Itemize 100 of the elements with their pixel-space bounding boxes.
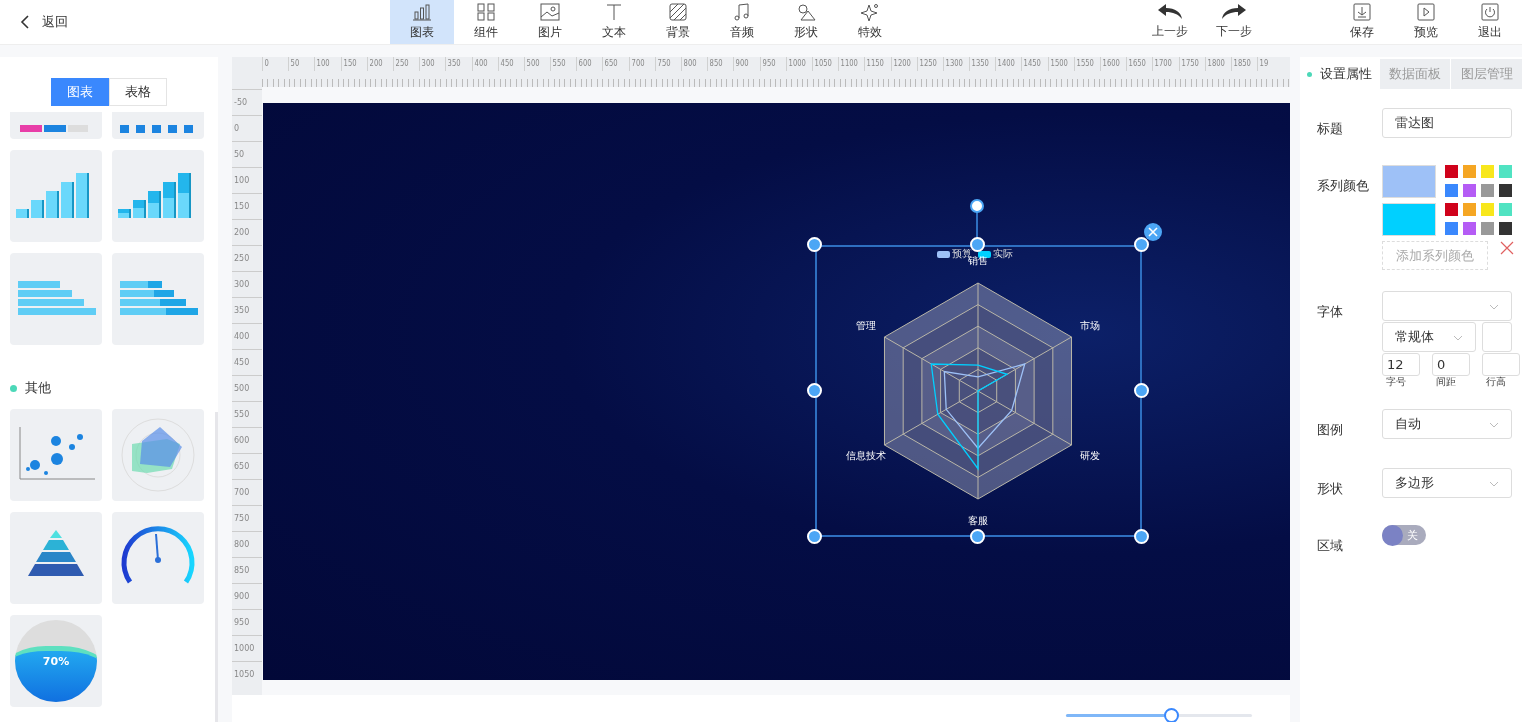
ruler-label: 1800 bbox=[1204, 57, 1227, 71]
preset-color-swatch[interactable] bbox=[1481, 184, 1494, 197]
ruler-label: 1050 bbox=[232, 661, 262, 687]
preset-color-swatch[interactable] bbox=[1445, 165, 1458, 178]
legend-select[interactable]: 自动 bbox=[1382, 409, 1512, 439]
resize-handle[interactable] bbox=[1134, 237, 1149, 252]
ruler-label: 400 bbox=[471, 57, 494, 71]
resize-handle[interactable] bbox=[1134, 529, 1149, 544]
ruler-label: 600 bbox=[576, 57, 599, 71]
resize-handle[interactable] bbox=[970, 237, 985, 252]
chart-thumbnail[interactable] bbox=[112, 512, 204, 604]
chart-thumbnail[interactable] bbox=[112, 150, 204, 242]
sidebar-tab[interactable]: 表格 bbox=[109, 78, 167, 106]
field-label: 区域 bbox=[1317, 537, 1344, 555]
resize-handle[interactable] bbox=[807, 383, 822, 398]
ruler-label: 1000 bbox=[785, 57, 808, 71]
title-input[interactable]: 雷达图 bbox=[1382, 108, 1512, 138]
preset-color-swatch[interactable] bbox=[1499, 184, 1512, 197]
preset-color-swatch[interactable] bbox=[1499, 203, 1512, 216]
font-color-input[interactable] bbox=[1482, 322, 1512, 352]
font-style-select[interactable]: 常规体 bbox=[1382, 322, 1476, 352]
toolbar-tab[interactable]: 形状 bbox=[774, 0, 838, 44]
toolbar-tab[interactable]: 特效 bbox=[838, 0, 902, 44]
chart-thumbnail[interactable] bbox=[10, 512, 102, 604]
font-size-input[interactable]: 12 bbox=[1382, 353, 1420, 376]
resize-handle[interactable] bbox=[970, 529, 985, 544]
back-button[interactable]: 返回 bbox=[0, 0, 390, 44]
history-button[interactable]: 上一步 bbox=[1138, 0, 1202, 44]
preset-color-swatch[interactable] bbox=[1463, 184, 1476, 197]
preset-color-swatch[interactable] bbox=[1499, 222, 1512, 235]
ruler-label: 900 bbox=[733, 57, 756, 71]
ruler-label: 300 bbox=[232, 271, 262, 297]
toolbar-tab[interactable]: 文本 bbox=[582, 0, 646, 44]
preset-color-swatch[interactable] bbox=[1481, 203, 1494, 216]
ruler-label: 1700 bbox=[1152, 57, 1175, 71]
image-icon bbox=[540, 3, 560, 21]
selection-frame[interactable] bbox=[815, 245, 1142, 537]
toolbar-tab[interactable]: 图片 bbox=[518, 0, 582, 44]
slider-thumb[interactable] bbox=[1163, 708, 1179, 722]
line-height-input[interactable] bbox=[1482, 353, 1520, 376]
preset-color-swatch[interactable] bbox=[1481, 165, 1494, 178]
color-swatch[interactable] bbox=[1382, 165, 1436, 198]
axis-label: 市场 bbox=[1080, 319, 1101, 334]
preset-color-swatch[interactable] bbox=[1445, 203, 1458, 216]
action-button[interactable]: 保存 bbox=[1330, 0, 1394, 44]
preset-color-swatch[interactable] bbox=[1499, 165, 1512, 178]
field-label: 系列颜色 bbox=[1317, 177, 1370, 195]
toolbar-tab[interactable]: 图表 bbox=[390, 0, 454, 44]
play-icon bbox=[1417, 3, 1435, 21]
close-icon[interactable] bbox=[1144, 223, 1162, 241]
ruler-label: 550 bbox=[550, 57, 573, 71]
bullet-icon bbox=[10, 384, 17, 392]
preset-color-swatch[interactable] bbox=[1445, 184, 1458, 197]
shapes-icon bbox=[796, 3, 816, 21]
spacing-input[interactable]: 0 bbox=[1432, 353, 1470, 376]
font-family-select[interactable] bbox=[1382, 291, 1512, 321]
ruler-label: 250 bbox=[392, 57, 416, 71]
toolbar-tab[interactable]: 音频 bbox=[710, 0, 774, 44]
toolbar-tab[interactable]: 组件 bbox=[454, 0, 518, 44]
resize-handle[interactable] bbox=[807, 237, 822, 252]
ruler-label: 600 bbox=[232, 427, 262, 453]
music-note-icon bbox=[732, 3, 752, 21]
resize-handle[interactable] bbox=[1134, 383, 1149, 398]
ruler-label: 200 bbox=[366, 57, 389, 71]
ruler-label: 850 bbox=[707, 57, 730, 71]
action-button[interactable]: 退出 bbox=[1458, 0, 1522, 44]
group-title: 其他 bbox=[25, 379, 51, 397]
shape-select[interactable]: 多边形 bbox=[1382, 468, 1512, 498]
color-swatch[interactable] bbox=[1382, 203, 1436, 236]
ruler-label: 0 bbox=[232, 115, 262, 141]
preset-color-swatch[interactable] bbox=[1445, 222, 1458, 235]
download-icon bbox=[1353, 3, 1371, 21]
sparkle-icon bbox=[860, 3, 880, 21]
resize-handle[interactable] bbox=[807, 529, 822, 544]
preset-color-swatch[interactable] bbox=[1463, 222, 1476, 235]
preset-color-swatch[interactable] bbox=[1481, 222, 1494, 235]
chart-thumbnail[interactable] bbox=[112, 409, 204, 501]
ruler-label: 19 bbox=[1257, 57, 1280, 71]
chart-thumbnail[interactable] bbox=[10, 253, 102, 345]
ruler-label: 700 bbox=[232, 479, 262, 505]
input-caption: 行高 bbox=[1486, 376, 1506, 387]
grid-icon bbox=[476, 3, 496, 21]
preset-color-swatch[interactable] bbox=[1463, 165, 1476, 178]
chart-thumbnail[interactable] bbox=[112, 253, 204, 345]
chart-thumbnail[interactable] bbox=[10, 409, 102, 501]
rotate-handle[interactable] bbox=[970, 199, 984, 213]
ruler-label: 1250 bbox=[916, 57, 939, 71]
hatched-square-icon bbox=[668, 3, 688, 21]
bar-chart-icon bbox=[412, 3, 432, 21]
history-button[interactable]: 下一步 bbox=[1202, 0, 1266, 44]
preset-color-swatch[interactable] bbox=[1463, 203, 1476, 216]
ruler-label: 300 bbox=[419, 57, 442, 71]
ruler-label: 750 bbox=[654, 57, 678, 71]
action-button[interactable]: 预览 bbox=[1394, 0, 1458, 44]
chevron-down-icon bbox=[1489, 304, 1499, 310]
chart-thumbnail[interactable] bbox=[10, 150, 102, 242]
toolbar-tab[interactable]: 背景 bbox=[646, 0, 710, 44]
ruler-label: 1650 bbox=[1126, 57, 1149, 71]
ruler-label: 250 bbox=[232, 245, 262, 271]
ruler-label: 1750 bbox=[1178, 57, 1201, 71]
